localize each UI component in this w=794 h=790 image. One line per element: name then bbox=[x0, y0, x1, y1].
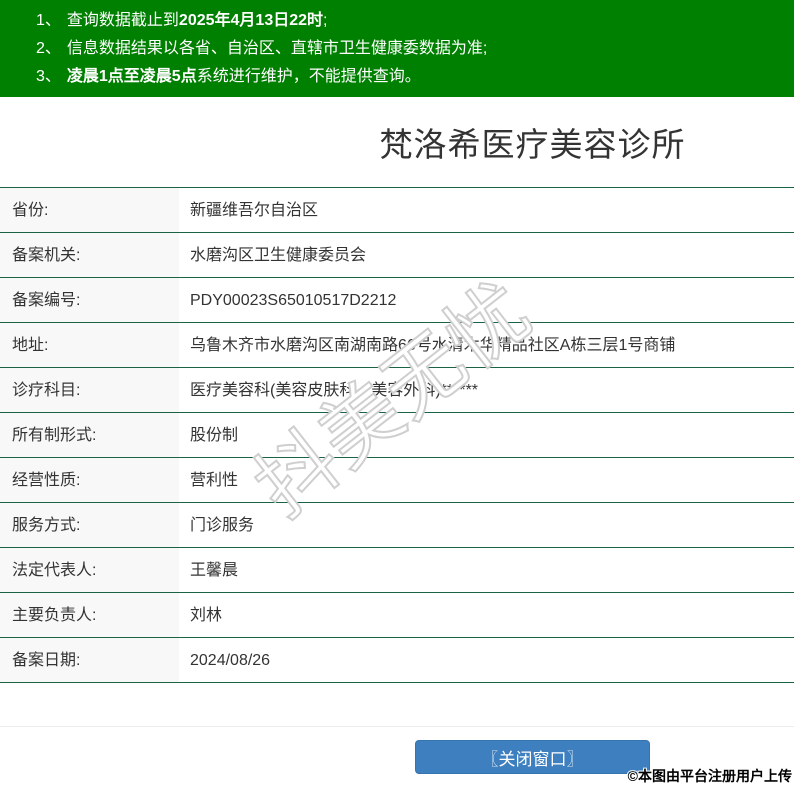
table-row-service-mode: 服务方式: 门诊服务 bbox=[0, 503, 794, 548]
row-value: 王馨晨 bbox=[179, 548, 794, 592]
table-row-address: 地址: 乌鲁木齐市水磨沟区南湖南路66号水清木华精品社区A栋三层1号商铺 bbox=[0, 323, 794, 368]
row-label: 所有制形式: bbox=[0, 413, 179, 457]
row-label: 备案日期: bbox=[0, 638, 179, 682]
table-row-filing-number: 备案编号: PDY00023S65010517D2212 bbox=[0, 278, 794, 323]
table-row-province: 省份: 新疆维吾尔自治区 bbox=[0, 188, 794, 233]
notice-bar: 1、查询数据截止到2025年4月13日22时; 2、信息数据结果以各省、自治区、… bbox=[0, 0, 794, 97]
row-value: 营利性 bbox=[179, 458, 794, 502]
notice-3-bold: 凌晨1点至凌晨5点 bbox=[67, 68, 197, 85]
row-label: 备案编号: bbox=[0, 278, 179, 322]
notice-line-2: 2、信息数据结果以各省、自治区、直辖市卫生健康委数据为准; bbox=[36, 35, 794, 63]
table-row-business-nature: 经营性质: 营利性 bbox=[0, 458, 794, 503]
notice-line-1: 1、查询数据截止到2025年4月13日22时; bbox=[36, 7, 794, 35]
notice-1-bold: 2025年4月13日22时 bbox=[179, 12, 323, 29]
row-value: 医疗美容科(美容皮肤科，美容外科)****** bbox=[179, 368, 794, 412]
notice-line-3: 3、凌晨1点至凌晨5点系统进行维护，不能提供查询。 bbox=[36, 63, 794, 91]
notice-3-number: 3、 bbox=[36, 68, 61, 85]
row-label: 经营性质: bbox=[0, 458, 179, 502]
upload-credit-text: ©本图由平台注册用户上传 bbox=[628, 766, 792, 786]
row-value: 股份制 bbox=[179, 413, 794, 457]
notice-2-text: 信息数据结果以各省、自治区、直辖市卫生健康委数据为准; bbox=[67, 40, 487, 57]
record-info-table: 省份: 新疆维吾尔自治区 备案机关: 水磨沟区卫生健康委员会 备案编号: PDY… bbox=[0, 187, 794, 683]
table-row-legal-representative: 法定代表人: 王馨晨 bbox=[0, 548, 794, 593]
row-label: 地址: bbox=[0, 323, 179, 367]
table-row-ownership: 所有制形式: 股份制 bbox=[0, 413, 794, 458]
row-value: 门诊服务 bbox=[179, 503, 794, 547]
notice-1-text: 查询数据截止到 bbox=[67, 12, 179, 29]
table-row-principal: 主要负责人: 刘林 bbox=[0, 593, 794, 638]
notice-1-tail: ; bbox=[323, 12, 327, 29]
row-value: 水磨沟区卫生健康委员会 bbox=[179, 233, 794, 277]
table-row-departments: 诊疗科目: 医疗美容科(美容皮肤科，美容外科)****** bbox=[0, 368, 794, 413]
notice-2-number: 2、 bbox=[36, 40, 61, 57]
row-label: 主要负责人: bbox=[0, 593, 179, 637]
page-viewport: 1、查询数据截止到2025年4月13日22时; 2、信息数据结果以各省、自治区、… bbox=[0, 0, 794, 790]
row-label: 省份: bbox=[0, 188, 179, 232]
notice-1-number: 1、 bbox=[36, 12, 61, 29]
row-value: 乌鲁木齐市水磨沟区南湖南路66号水清木华精品社区A栋三层1号商铺 bbox=[179, 323, 794, 367]
row-label: 服务方式: bbox=[0, 503, 179, 547]
row-value: PDY00023S65010517D2212 bbox=[179, 278, 794, 322]
notice-3-tail: 系统进行维护，不能提供查询。 bbox=[197, 68, 421, 85]
row-label: 法定代表人: bbox=[0, 548, 179, 592]
table-row-filing-date: 备案日期: 2024/08/26 bbox=[0, 638, 794, 683]
row-value: 2024/08/26 bbox=[179, 638, 794, 682]
page-inner: 1、查询数据截止到2025年4月13日22时; 2、信息数据结果以各省、自治区、… bbox=[0, 0, 794, 779]
row-value: 新疆维吾尔自治区 bbox=[179, 188, 794, 232]
row-label: 备案机关: bbox=[0, 233, 179, 277]
table-row-filing-authority: 备案机关: 水磨沟区卫生健康委员会 bbox=[0, 233, 794, 278]
page-title: 梵洛希医疗美容诊所 bbox=[0, 97, 794, 165]
close-window-button[interactable]: 〖关闭窗口〗 bbox=[415, 740, 650, 774]
row-value: 刘林 bbox=[179, 593, 794, 637]
row-label: 诊疗科目: bbox=[0, 368, 179, 412]
